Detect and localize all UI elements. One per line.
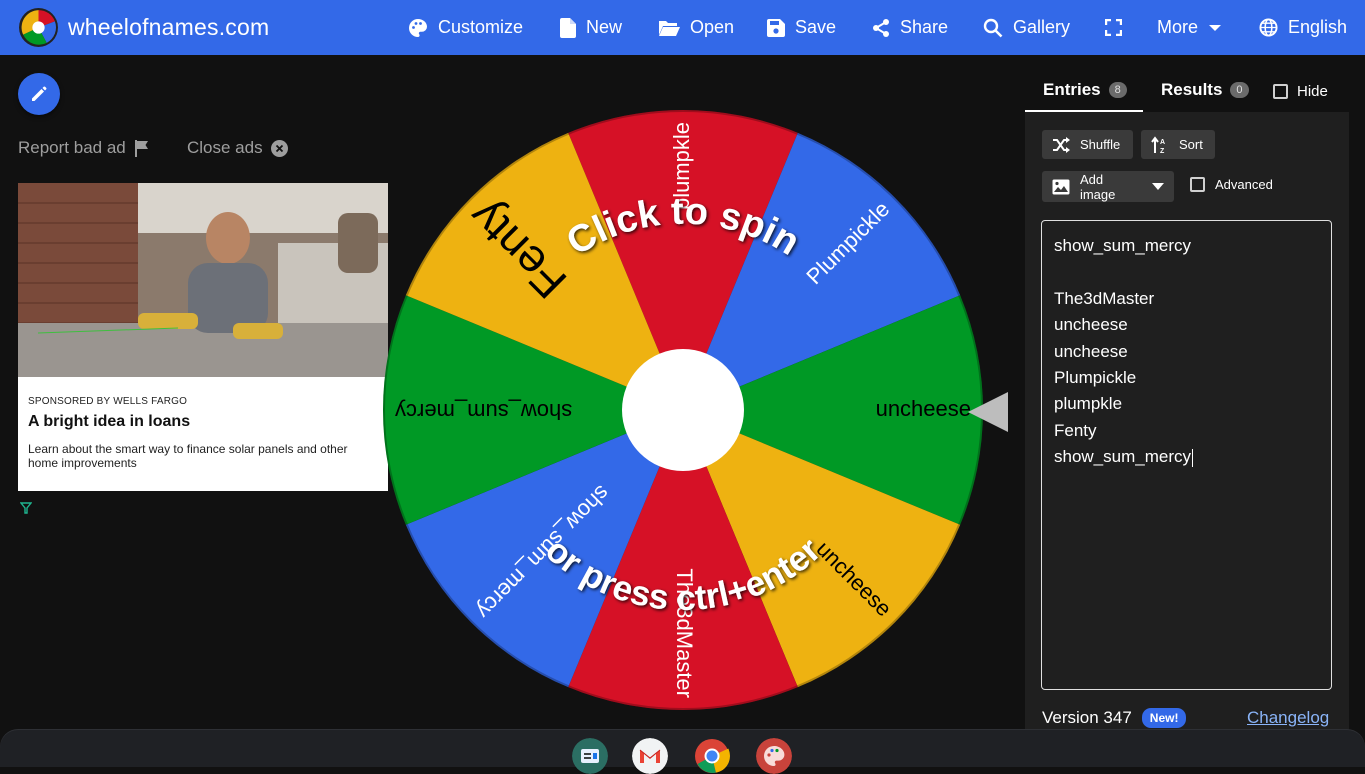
- tab-results-label: Results: [1161, 80, 1223, 99]
- changelog-link[interactable]: Changelog: [1247, 708, 1329, 728]
- share-button[interactable]: Share: [872, 0, 948, 55]
- shuffle-label: Shuffle: [1080, 137, 1121, 152]
- edit-button[interactable]: [18, 73, 60, 115]
- new-label: New: [586, 17, 623, 37]
- share-label: Share: [900, 17, 949, 37]
- wheel-pointer-icon: [968, 392, 1008, 432]
- ad-sponsor: SPONSORED BY WELLS FARGO: [28, 396, 188, 407]
- entry-line: The3dMaster: [1054, 288, 1155, 308]
- gmail-icon[interactable]: [632, 738, 668, 774]
- file-icon: [560, 17, 576, 38]
- top-bar: wheelofnames.com Customize New Open Save…: [0, 0, 1365, 55]
- language-button[interactable]: English: [1259, 0, 1347, 55]
- sort-button[interactable]: AZ Sort: [1141, 130, 1215, 159]
- language-label: English: [1288, 17, 1348, 37]
- shuffle-button[interactable]: Shuffle: [1042, 130, 1133, 159]
- palette-app-icon[interactable]: [756, 738, 792, 774]
- tab-results[interactable]: Results 0: [1161, 80, 1249, 100]
- spin-wheel[interactable]: plumpklePlumpickleuncheeseuncheeseThe3dM…: [383, 110, 983, 710]
- entry-line: uncheese: [1054, 341, 1128, 361]
- advanced-checkbox[interactable]: Advanced: [1190, 177, 1273, 192]
- sponsored-ad[interactable]: SPONSORED BY WELLS FARGO A bright idea i…: [18, 183, 388, 491]
- chevron-down-icon: [1209, 24, 1222, 31]
- version-label: Version 347: [1042, 708, 1132, 727]
- globe-icon: [1259, 18, 1278, 37]
- svg-text:A: A: [1160, 139, 1165, 146]
- entry-line: Plumpickle: [1054, 367, 1137, 387]
- hide-label: Hide: [1297, 83, 1328, 100]
- os-shelf: [0, 730, 1365, 767]
- entry-line: uncheese: [1054, 315, 1128, 335]
- wheel-segment-label: uncheese: [876, 396, 971, 421]
- open-button[interactable]: Open: [658, 0, 734, 55]
- shuffle-icon: [1053, 136, 1070, 153]
- tab-entries-label: Entries: [1043, 80, 1101, 99]
- chevron-down-icon: [1152, 183, 1164, 190]
- more-menu-button[interactable]: More: [1157, 0, 1222, 55]
- flag-icon: [134, 139, 148, 157]
- close-circle-icon: [270, 139, 288, 157]
- site-name[interactable]: wheelofnames.com: [68, 14, 269, 41]
- entries-count-badge: 8: [1108, 82, 1127, 98]
- sort-icon: AZ: [1151, 135, 1165, 154]
- report-bad-ad-link[interactable]: Report bad ad: [18, 138, 149, 158]
- save-icon: [767, 18, 785, 37]
- add-image-label: Add image: [1079, 171, 1116, 202]
- tab-entries[interactable]: Entries 8: [1043, 80, 1127, 100]
- new-badge: New!: [1141, 708, 1187, 728]
- fullscreen-button[interactable]: [1105, 0, 1122, 55]
- ad-photo: [18, 183, 388, 377]
- more-label: More: [1157, 17, 1199, 37]
- entry-line: plumpkle: [1054, 394, 1123, 414]
- advanced-label: Advanced: [1215, 177, 1273, 192]
- version-info: Version 347 New!: [1042, 708, 1187, 728]
- palette-icon: [409, 18, 427, 37]
- entry-line: [1054, 259, 1319, 285]
- save-button[interactable]: Save: [767, 0, 836, 55]
- add-image-button[interactable]: Add image: [1042, 171, 1174, 202]
- fullscreen-icon: [1105, 19, 1122, 36]
- ad-choices-icon[interactable]: [20, 502, 32, 514]
- entry-line: show_sum_mercy: [1054, 447, 1193, 467]
- close-ads-label: Close ads: [187, 138, 263, 157]
- customize-label: Customize: [438, 17, 524, 37]
- text-cursor: [1192, 448, 1193, 467]
- customize-button[interactable]: Customize: [408, 0, 523, 55]
- ad-title[interactable]: A bright idea in loans: [28, 413, 190, 431]
- entry-line: show_sum_mercy: [1054, 236, 1191, 255]
- wheel-segment-label: show_sum_mercy: [395, 399, 572, 424]
- svg-text:Z: Z: [1160, 148, 1165, 154]
- entries-textarea[interactable]: show_sum_mercy The3dMaster uncheese unchees…: [1041, 220, 1332, 690]
- close-ads-link[interactable]: Close ads: [187, 138, 288, 158]
- folder-open-icon: [659, 20, 680, 36]
- results-count-badge: 0: [1230, 82, 1249, 98]
- sort-label: Sort: [1179, 137, 1203, 152]
- gallery-label: Gallery: [1013, 17, 1071, 37]
- new-button[interactable]: New: [560, 0, 622, 55]
- report-bad-ad-label: Report bad ad: [18, 138, 126, 157]
- open-label: Open: [690, 17, 735, 37]
- ad-description: Learn about the smart way to finance sol…: [28, 442, 348, 470]
- hide-checkbox-box[interactable]: [1273, 84, 1288, 99]
- wheel-center[interactable]: [622, 349, 744, 471]
- save-label: Save: [795, 17, 837, 37]
- share-icon: [873, 18, 889, 37]
- image-icon: [1052, 179, 1070, 194]
- search-icon: [983, 18, 1003, 37]
- chrome-icon[interactable]: [694, 738, 730, 774]
- pencil-icon: [32, 86, 47, 101]
- wheel-logo-icon[interactable]: [18, 7, 59, 48]
- app-icon[interactable]: [572, 738, 608, 774]
- hide-checkbox[interactable]: Hide: [1273, 83, 1328, 100]
- entry-line: Fenty: [1054, 420, 1097, 440]
- advanced-checkbox-box[interactable]: [1190, 177, 1205, 192]
- gallery-button[interactable]: Gallery: [983, 0, 1070, 55]
